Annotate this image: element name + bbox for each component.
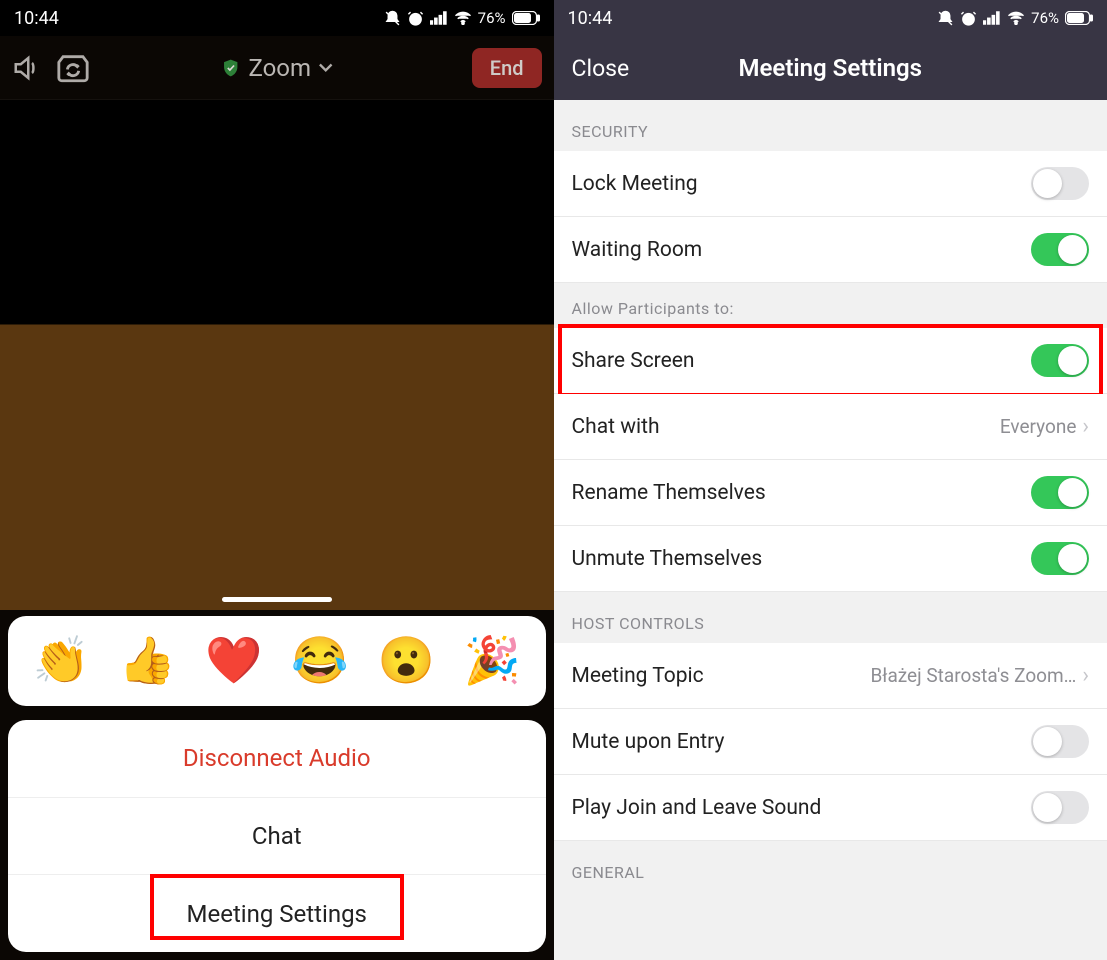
row-meeting-topic[interactable]: Meeting Topic Błażej Starosta's Zoom… › — [554, 643, 1107, 709]
row-label: Unmute Themselves — [572, 547, 1032, 571]
row-mute-entry[interactable]: Mute upon Entry — [554, 709, 1107, 775]
settings-list[interactable]: SECURITY Lock Meeting Waiting Room Allow… — [554, 100, 1107, 892]
more-menu: Disconnect Audio Chat Meeting Settings — [8, 720, 546, 952]
status-bar: 10:44 76% — [0, 0, 554, 36]
section-allow: Allow Participants to: — [554, 283, 1107, 328]
toggle-lock-meeting[interactable] — [1031, 167, 1089, 200]
row-chat-with[interactable]: Chat with Everyone › — [554, 394, 1107, 460]
chevron-right-icon: › — [1082, 663, 1089, 688]
battery-pct: 76% — [1031, 9, 1059, 27]
toggle-unmute[interactable] — [1031, 542, 1089, 575]
reaction-wow[interactable]: 😮 — [377, 634, 434, 688]
reaction-joy[interactable]: 😂 — [291, 634, 348, 688]
chevron-down-icon — [319, 61, 333, 75]
row-label: Play Join and Leave Sound — [572, 796, 1032, 820]
video-area — [0, 100, 554, 610]
row-value: Błażej Starosta's Zoom… › — [870, 663, 1089, 688]
row-label: Mute upon Entry — [572, 730, 1032, 754]
wifi-icon — [1007, 11, 1025, 25]
toggle-share-screen[interactable] — [1031, 344, 1089, 377]
reaction-clap[interactable]: 👏 — [32, 634, 89, 688]
toggle-rename[interactable] — [1031, 476, 1089, 509]
chat-item[interactable]: Chat — [8, 798, 546, 876]
row-waiting-room[interactable]: Waiting Room — [554, 217, 1107, 283]
reaction-tada[interactable]: 🎉 — [464, 634, 521, 688]
status-indicators: 76% — [384, 9, 540, 27]
drag-handle-icon[interactable] — [222, 597, 332, 602]
switch-camera-icon[interactable] — [56, 53, 90, 83]
toggle-play-sound[interactable] — [1031, 791, 1089, 824]
section-security: SECURITY — [554, 100, 1107, 151]
screen-in-meeting: 10:44 76% Zoom End 👏 👍 ❤️ 😂 😮 🎉 Dis — [0, 0, 554, 960]
reaction-heart[interactable]: ❤️ — [205, 634, 262, 688]
reaction-thumbsup[interactable]: 👍 — [119, 634, 176, 688]
toggle-waiting-room[interactable] — [1031, 233, 1089, 266]
battery-pct: 76% — [478, 9, 506, 27]
battery-icon — [1065, 11, 1093, 25]
signal-icon — [983, 11, 1001, 25]
meeting-toolbar: Zoom End — [0, 36, 554, 100]
row-label: Meeting Topic — [572, 664, 871, 688]
row-label: Rename Themselves — [572, 481, 1032, 505]
alarm-icon — [407, 10, 424, 27]
status-time: 10:44 — [14, 8, 59, 29]
page-title: Meeting Settings — [739, 54, 922, 82]
row-value: Everyone › — [1000, 414, 1089, 439]
row-share-screen[interactable]: Share Screen — [554, 328, 1107, 394]
close-button[interactable]: Close — [572, 55, 630, 82]
section-general: GENERAL — [554, 841, 1107, 892]
meeting-settings-item[interactable]: Meeting Settings — [8, 875, 546, 952]
dnd-icon — [937, 10, 954, 27]
row-lock-meeting[interactable]: Lock Meeting — [554, 151, 1107, 217]
shield-icon — [220, 58, 240, 78]
app-title-text: Zoom — [248, 54, 311, 82]
row-label: Lock Meeting — [572, 172, 1032, 196]
status-bar: 10:44 76% — [554, 0, 1107, 36]
signal-icon — [430, 11, 448, 25]
battery-icon — [512, 11, 540, 25]
row-label: Share Screen — [572, 349, 1032, 373]
status-time: 10:44 — [568, 8, 613, 29]
row-label: Waiting Room — [572, 238, 1032, 262]
reactions-panel: 👏 👍 ❤️ 😂 😮 🎉 — [8, 616, 546, 706]
end-button[interactable]: End — [472, 48, 542, 88]
chevron-right-icon: › — [1082, 414, 1089, 439]
settings-header: Close Meeting Settings — [554, 36, 1107, 100]
row-unmute[interactable]: Unmute Themselves — [554, 526, 1107, 592]
dnd-icon — [384, 10, 401, 27]
speaker-icon[interactable] — [12, 53, 42, 83]
wifi-icon — [454, 11, 472, 25]
status-indicators: 76% — [937, 9, 1093, 27]
alarm-icon — [960, 10, 977, 27]
screen-meeting-settings: 10:44 76% Close Meeting Settings SECURIT… — [554, 0, 1107, 960]
row-play-sound[interactable]: Play Join and Leave Sound — [554, 775, 1107, 841]
meeting-title[interactable]: Zoom — [220, 54, 333, 82]
section-host-controls: HOST CONTROLS — [554, 592, 1107, 643]
disconnect-audio-item[interactable]: Disconnect Audio — [8, 720, 546, 798]
row-label: Chat with — [572, 415, 1000, 439]
row-rename[interactable]: Rename Themselves — [554, 460, 1107, 526]
toggle-mute-entry[interactable] — [1031, 725, 1089, 758]
